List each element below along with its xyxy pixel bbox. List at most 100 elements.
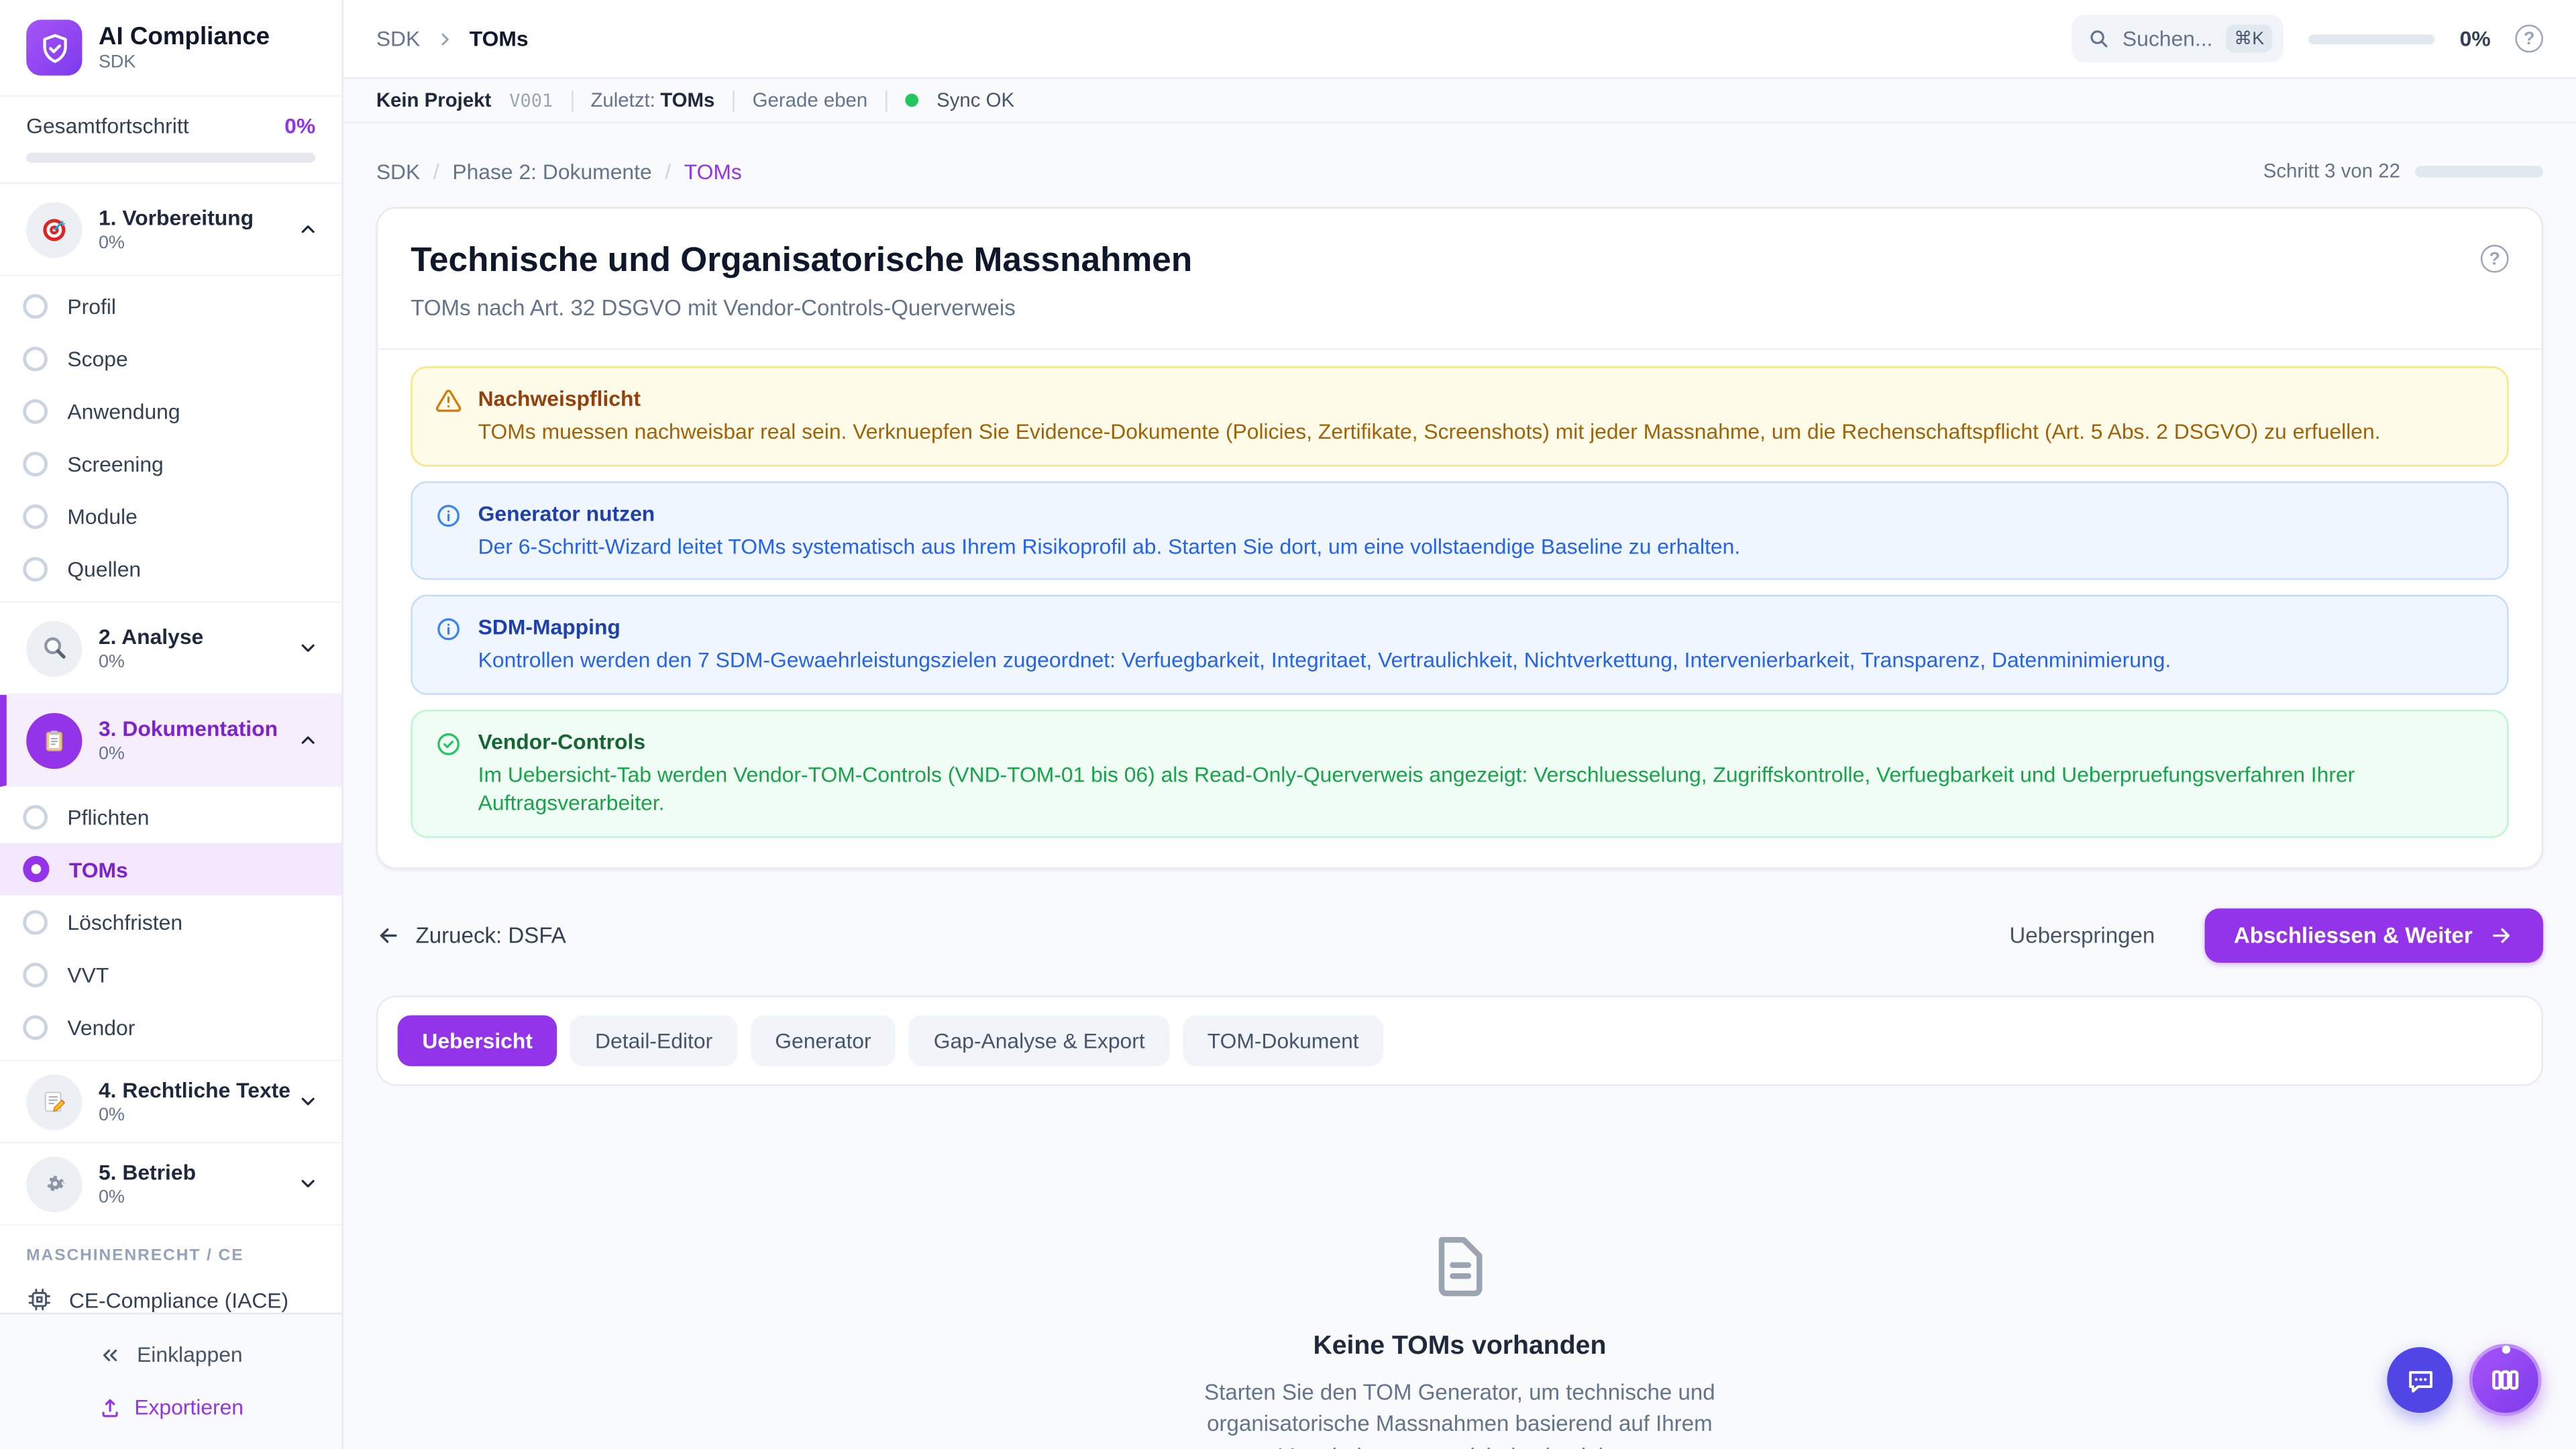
keyboard-shortcut-badge: ⌘K [2226,25,2272,53]
overall-progress-bar [26,153,315,163]
complete-next-button[interactable]: Abschliessen & Weiter [2204,908,2543,963]
radio-selected-icon [23,856,49,882]
sync-status-label: Sync OK [936,89,1014,111]
page-crumb-current: TOMs [684,158,742,183]
sidebar-item-pflichten[interactable]: Pflichten [0,790,341,843]
radio-circle-icon [23,910,48,934]
tab-detail-editor[interactable]: Detail-Editor [570,1015,737,1066]
gear-icon [26,1156,82,1212]
sidebar-item-quellen[interactable]: Quellen [0,542,341,594]
page-crumb-phase[interactable]: Phase 2: Dokumente [452,158,651,183]
search-input[interactable]: Suchen... ⌘K [2072,15,2284,62]
tab-gap-analyse-export[interactable]: Gap-Analyse & Export [909,1015,1169,1066]
skip-button[interactable]: Ueberspringen [2000,922,2165,950]
breadcrumb: SDK TOMs [376,26,529,51]
shield-check-logo-icon [26,19,82,75]
back-button[interactable]: Zurueck: DSFA [376,923,566,948]
empty-state-title: Keine TOMs vorhanden [1313,1332,1606,1362]
empty-state: Keine TOMs vorhanden Starten Sie den TOM… [376,1229,2543,1449]
sidebar-item-vendor[interactable]: Vendor [0,1000,341,1053]
sidebar-item-ce-compliance[interactable]: CE-Compliance (IACE) [0,1273,341,1313]
app-subtitle: SDK [99,53,270,72]
section-title: 2. Analyse [99,625,203,649]
overall-progress-label: Gesamtfortschritt [26,113,189,138]
page-crumb-sdk[interactable]: SDK [376,158,420,183]
sidebar-section-rechtliche-texte[interactable]: 4. Rechtliche Texte 0% [0,1061,341,1143]
columns-icon [2489,1364,2522,1397]
sidebar-section-betrieb[interactable]: 5. Betrieb 0% [0,1143,341,1225]
overall-progress-block: Gesamtfortschritt 0% [0,97,341,184]
radio-circle-icon [23,398,48,423]
warning-triangle-icon [435,388,462,414]
columns-fab-button[interactable] [2469,1344,2542,1416]
toms-card: Technische und Organisatorische Massnahm… [376,207,2543,869]
step-progress-bar [2415,165,2543,176]
arrow-right-icon [2489,923,2514,948]
tab-tom-dokument[interactable]: TOM-Dokument [1183,1015,1383,1066]
document-icon [1422,1229,1498,1305]
chat-fab-button[interactable] [2387,1347,2453,1413]
collapse-label: Einklappen [137,1342,243,1367]
page-title: Technische und Organisatorische Massnahm… [411,240,1192,282]
tab-uebersicht[interactable]: Uebersicht [398,1015,557,1066]
alert-sdm-mapping: SDM-Mapping Kontrollen werden den 7 SDM-… [411,595,2508,694]
sidebar-item-profil[interactable]: Profil [0,279,341,331]
export-button[interactable]: Exportieren [0,1382,341,1433]
memo-icon [26,1073,82,1129]
radio-circle-icon [23,1014,48,1039]
back-label: Zurueck: DSFA [416,923,566,948]
statusbar: Kein Projekt V001 Zuletzt:TOMs Gerade eb… [343,79,2576,123]
alert-title: Vendor-Controls [478,729,2484,754]
alert-title: Nachweispflicht [478,386,2381,411]
page-subtitle: TOMs nach Art. 32 DSGVO mit Vendor-Contr… [411,296,1192,321]
collapse-sidebar-button[interactable]: Einklappen [0,1328,341,1382]
section-pct: 0% [99,744,278,763]
alert-generator-nutzen: Generator nutzen Der 6-Schritt-Wizard le… [411,481,2508,580]
wizard-nav-row: Zurueck: DSFA Ueberspringen Abschliessen… [376,908,2543,963]
breadcrumb-root[interactable]: SDK [376,26,420,51]
divider [885,89,887,111]
sidebar-item-screening[interactable]: Screening [0,437,341,489]
sidebar-item-module[interactable]: Module [0,490,341,542]
sidebar-item-loeschfristen[interactable]: Löschfristen [0,896,341,948]
group-label-maschinenrecht: MASCHINENRECHT / CE [0,1226,341,1273]
tab-generator[interactable]: Generator [751,1015,896,1066]
chevron-down-icon [297,1173,319,1195]
magnifier-icon [26,620,82,676]
card-header: Technische und Organisatorische Massnahm… [378,209,2541,349]
sidebar: AI Compliance SDK Gesamtfortschritt 0% 1… [0,0,343,1449]
sidebar-item-scope[interactable]: Scope [0,332,341,384]
section-pct: 0% [99,1188,196,1208]
breadcrumb-separator: / [433,158,439,183]
sidebar-section-dokumentation[interactable]: 3. Dokumentation 0% [0,695,341,787]
section-pct: 0% [99,1106,281,1125]
step-indicator: Schritt 3 von 22 [2263,160,2543,182]
alert-text: TOMs muessen nachweisbar real sein. Verk… [478,417,2381,446]
sidebar-section-analyse[interactable]: 2. Analyse 0% [0,603,341,695]
last-saved-time: Gerade eben [753,89,868,111]
alert-text: Im Uebersicht-Tab werden Vendor-TOM-Cont… [478,760,2484,818]
sidebar-item-vvt[interactable]: VVT [0,948,341,1000]
radio-circle-icon [23,804,48,829]
divider [733,89,734,111]
page-content: SDK / Phase 2: Dokumente / TOMs Schritt … [343,123,2576,1449]
help-icon[interactable]: ? [2481,245,2509,273]
topbar: SDK TOMs Suchen... ⌘K 0% ? [343,0,2576,79]
chevron-up-icon [297,729,319,751]
section-title: 5. Betrieb [99,1160,196,1185]
radio-circle-icon [23,556,48,581]
section-pct: 0% [99,233,254,253]
ce-compliance-label: CE-Compliance (IACE) [69,1287,288,1312]
section-title: 3. Dokumentation [99,716,278,741]
help-icon[interactable]: ? [2515,25,2543,53]
radio-circle-icon [23,504,48,529]
page-breadcrumb: SDK / Phase 2: Dokumente / TOMs Schritt … [376,151,2543,191]
sidebar-nav: 1. Vorbereitung 0% Profil Scope Anwendun… [0,184,341,1312]
sidebar-item-anwendung[interactable]: Anwendung [0,384,341,437]
chevron-down-icon [297,1091,319,1112]
sidebar-item-toms[interactable]: TOMs [0,843,341,895]
tabs-bar: Uebersicht Detail-Editor Generator Gap-A… [376,996,2543,1086]
sidebar-section-vorbereitung[interactable]: 1. Vorbereitung 0% [0,184,341,276]
alerts-list: Nachweispflicht TOMs muessen nachweisbar… [378,350,2541,867]
radio-circle-icon [23,346,48,371]
